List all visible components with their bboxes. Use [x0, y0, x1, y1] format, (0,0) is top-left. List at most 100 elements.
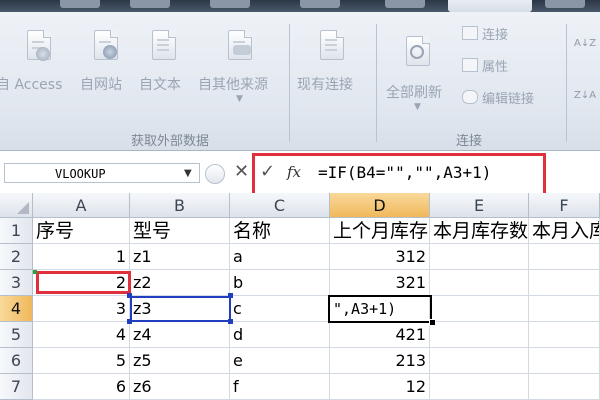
existing-connections-button[interactable]: 现有连接: [292, 20, 370, 100]
cell-e4[interactable]: [430, 296, 529, 322]
cell-d6[interactable]: 213: [330, 348, 430, 374]
reference-handle[interactable]: [228, 293, 233, 298]
from-access-button[interactable]: 自 Access: [0, 24, 80, 104]
from-other-sources-label: 自其他来源: [198, 77, 268, 93]
row-header-1[interactable]: 1: [0, 218, 33, 244]
from-text-label: 自文本: [139, 77, 181, 93]
row-header-2[interactable]: 2: [0, 244, 33, 270]
refresh-all-button[interactable]: 全部刷新 ▼: [380, 24, 454, 124]
column-header-c[interactable]: C: [230, 193, 330, 218]
cell-c6[interactable]: e: [230, 348, 330, 374]
cell-a6[interactable]: 5: [33, 348, 130, 374]
cell-a2[interactable]: 1: [33, 244, 130, 270]
cell-f5[interactable]: [529, 322, 600, 348]
cell-b7[interactable]: z6: [130, 374, 230, 400]
column-header-a[interactable]: A: [33, 193, 130, 218]
cell-e3[interactable]: [430, 270, 529, 296]
reference-handle[interactable]: [127, 319, 132, 324]
fill-handle[interactable]: [429, 319, 436, 326]
cell-c2[interactable]: a: [230, 244, 330, 270]
cell-e5[interactable]: [430, 322, 529, 348]
group-get-external-data: 自 Access 自网站 自文本 自其他来源 ▼: [0, 16, 292, 148]
cell-c1[interactable]: 名称: [230, 218, 330, 244]
column-header-e[interactable]: E: [430, 193, 529, 218]
existing-connections-label: 现有连接: [297, 77, 353, 93]
group-divider: [566, 24, 567, 142]
edit-links-label: 编辑链接: [482, 92, 535, 107]
cell-a1[interactable]: 序号: [33, 218, 130, 244]
from-text-button[interactable]: 自文本: [136, 24, 194, 104]
cell-d1[interactable]: 上个月库存: [330, 218, 430, 244]
cell-a4[interactable]: 3: [33, 296, 130, 322]
row-header-4[interactable]: 4: [0, 296, 33, 322]
cell-d2[interactable]: 312: [330, 244, 430, 270]
error-indicator: [33, 270, 37, 274]
row-header-6[interactable]: 6: [0, 348, 33, 374]
cell-e1[interactable]: 本月库存数: [430, 218, 529, 244]
name-box[interactable]: VLOOKUP: [4, 163, 200, 183]
name-box-dropdown-icon[interactable]: ▼: [184, 168, 192, 179]
cell-b5[interactable]: z4: [130, 322, 230, 348]
expand-icon[interactable]: [205, 164, 225, 184]
text-file-icon: [152, 30, 176, 60]
cell-b2[interactable]: z1: [130, 244, 230, 270]
cell-c4[interactable]: c: [230, 296, 330, 322]
column-header-d[interactable]: D: [330, 193, 430, 218]
cell-f2[interactable]: [529, 244, 600, 270]
column-header-b[interactable]: B: [130, 193, 230, 218]
cancel-icon[interactable]: ✕: [234, 161, 249, 182]
cell-d5[interactable]: 421: [330, 322, 430, 348]
cell-a5[interactable]: 4: [33, 322, 130, 348]
refresh-icon: [406, 36, 430, 66]
from-access-label: 自 Access: [0, 77, 63, 93]
connections-button[interactable]: 连接: [462, 24, 508, 43]
other-sources-icon: [228, 30, 252, 60]
access-db-icon: [27, 30, 51, 61]
ribbon-tab[interactable]: [300, 0, 340, 8]
reference-handle[interactable]: [228, 319, 233, 324]
cell-f4[interactable]: [529, 296, 600, 322]
select-all-button[interactable]: [0, 193, 33, 218]
from-other-sources-button[interactable]: 自其他来源 ▼: [194, 24, 286, 119]
ribbon-tab[interactable]: [130, 0, 170, 8]
edit-links-button[interactable]: 编辑链接: [462, 88, 534, 107]
cell-d7[interactable]: 12: [330, 374, 430, 400]
ribbon-tab-data[interactable]: [448, 0, 532, 12]
row-header-7[interactable]: 7: [0, 374, 33, 400]
title-bar: [0, 0, 600, 12]
cell-a7[interactable]: 6: [33, 374, 130, 400]
cell-f3[interactable]: [529, 270, 600, 296]
ribbon-tab[interactable]: [385, 0, 425, 8]
cell-e6[interactable]: [430, 348, 529, 374]
ribbon-tab[interactable]: [60, 0, 100, 8]
cell-d3[interactable]: 321: [330, 270, 430, 296]
group-divider: [376, 24, 377, 142]
ribbon-tab[interactable]: [545, 0, 585, 8]
cell-a3-highlight-annotation: [36, 271, 131, 294]
column-header-f[interactable]: F: [529, 193, 600, 218]
sort-descending-button[interactable]: Z↓A: [574, 90, 596, 118]
row-header-3[interactable]: 3: [0, 270, 33, 296]
reference-highlight-b4: [130, 296, 231, 322]
cell-f6[interactable]: [529, 348, 600, 374]
cell-e7[interactable]: [430, 374, 529, 400]
ribbon-tab[interactable]: [210, 0, 250, 8]
cell-c7[interactable]: f: [230, 374, 330, 400]
existing-connections-icon: [320, 30, 344, 60]
link-icon: [462, 90, 478, 104]
sort-ascending-button[interactable]: A↓Z: [574, 38, 596, 66]
cell-b6[interactable]: z5: [130, 348, 230, 374]
from-web-button[interactable]: 自网站: [78, 24, 136, 104]
cell-e2[interactable]: [430, 244, 529, 270]
cell-b3[interactable]: z2: [130, 270, 230, 296]
properties-button[interactable]: 属性: [462, 56, 508, 75]
ribbon: 自 Access 自网站 自文本 自其他来源 ▼ 现有连接 获取外部数据 全部刷…: [0, 12, 600, 151]
cell-f1[interactable]: 本月入库: [529, 218, 600, 244]
cell-f7[interactable]: [529, 374, 600, 400]
cell-b1[interactable]: 型号: [130, 218, 230, 244]
cell-c3[interactable]: b: [230, 270, 330, 296]
cell-c5[interactable]: d: [230, 322, 330, 348]
group-title-connections: 连接: [456, 134, 483, 149]
row-header-5[interactable]: 5: [0, 322, 33, 348]
reference-handle[interactable]: [127, 293, 132, 298]
